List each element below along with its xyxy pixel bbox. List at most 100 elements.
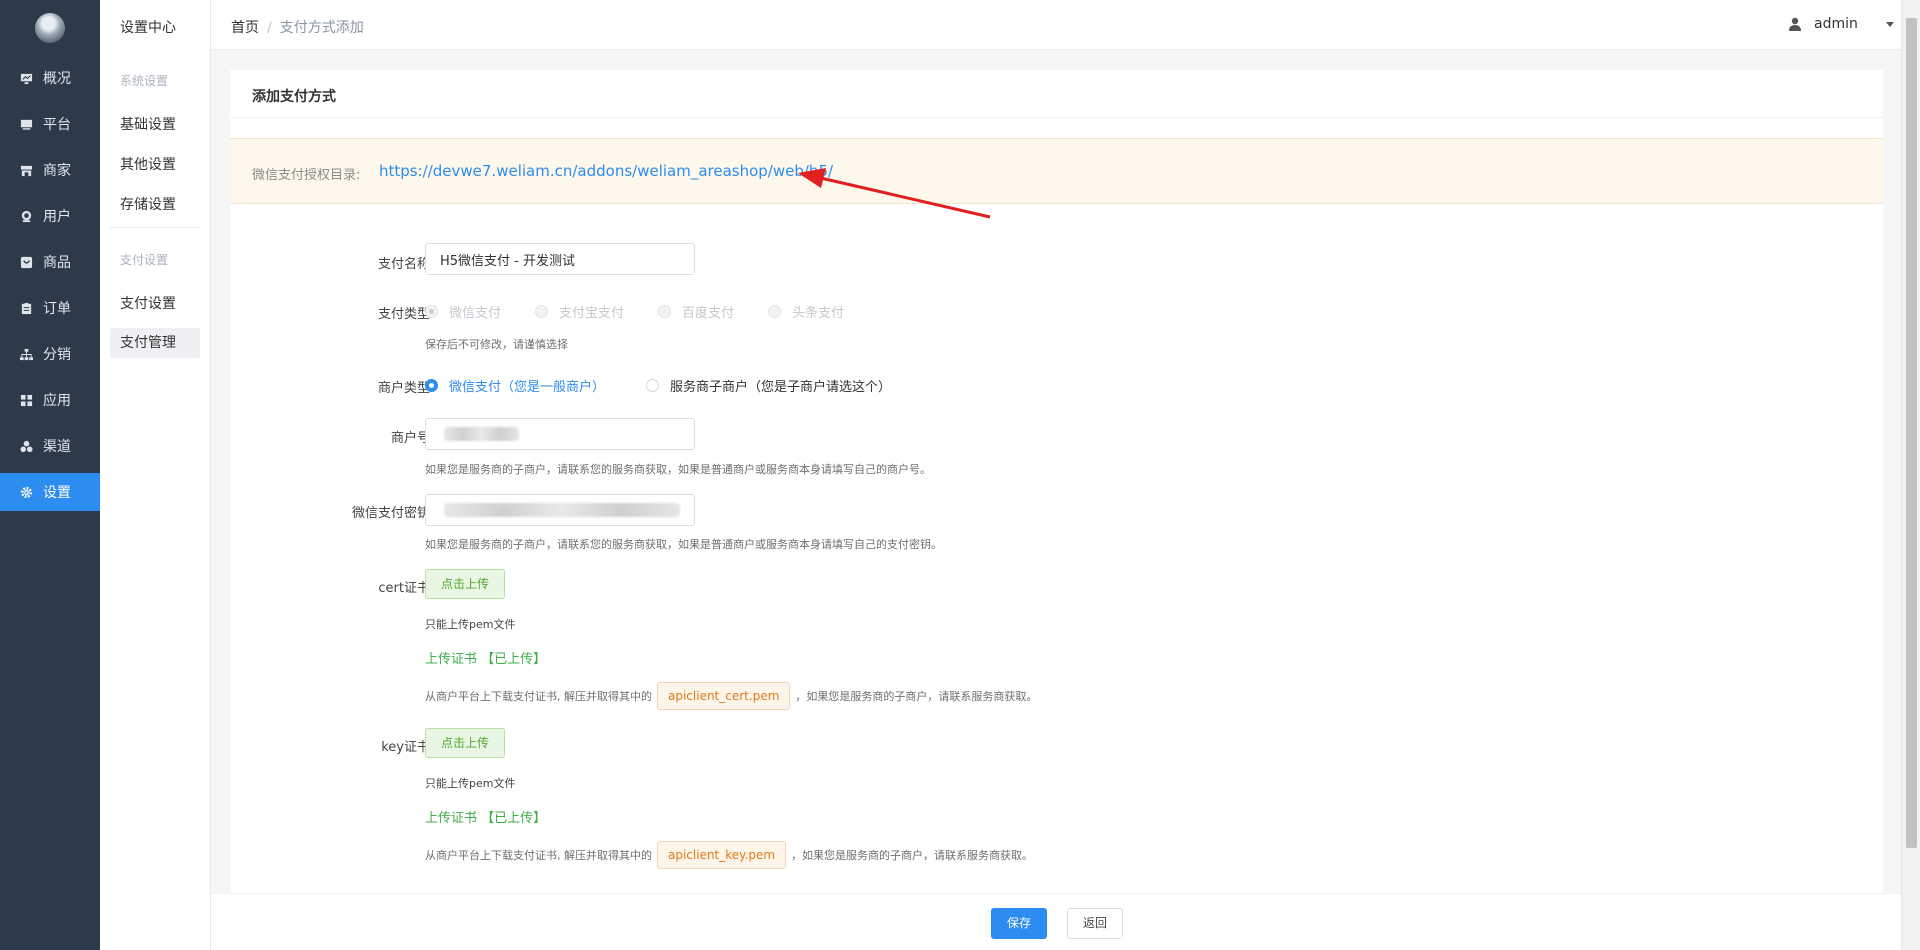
cert-filename-tag: apiclient_cert.pem xyxy=(657,682,791,710)
save-button[interactable]: 保存 xyxy=(991,908,1047,939)
radio-icon xyxy=(768,305,781,318)
pay-name-label: 支付名称 xyxy=(377,257,430,272)
sidebar-item-label: 商品 xyxy=(43,255,71,271)
chevron-down-icon xyxy=(1885,21,1894,27)
merchant-no-hint: 如果您是服务商的子商户，请联系您的服务商获取，如果是普通商户或服务商本身请填写自… xyxy=(425,463,931,476)
merchant-no-input[interactable] xyxy=(425,418,695,450)
subnav-item-storage[interactable]: 存储设置 xyxy=(110,190,200,220)
desc-text: 从商户平台上下载支付证书, 解压并取得其中的 xyxy=(425,849,652,862)
radio-label: 微信支付（您是一般商户） xyxy=(449,380,606,395)
page-title: 添加支付方式 xyxy=(252,89,336,105)
top-header: 首页 / 支付方式添加 admin xyxy=(211,0,1901,50)
notice-label: 微信支付授权目录: xyxy=(252,168,361,183)
scrollbar-thumb[interactable] xyxy=(1906,18,1917,848)
sidebar-item-label: 设置 xyxy=(43,485,71,501)
sidebar-item-order[interactable]: 订单 xyxy=(0,289,100,327)
sidebar-item-overview[interactable]: 概况 xyxy=(0,59,100,97)
key-label: key证书 xyxy=(381,740,430,755)
sidebar-item-goods[interactable]: 商品 xyxy=(0,243,100,281)
radio-icon xyxy=(425,305,438,318)
subnav-item-basic[interactable]: 基础设置 xyxy=(110,110,200,140)
store-icon xyxy=(20,165,33,176)
radio-label: 头条支付 xyxy=(792,306,845,321)
pay-type-radio-toutiao[interactable]: 头条支付 xyxy=(768,302,844,321)
desktop-icon xyxy=(20,119,33,130)
cert-upload-button[interactable]: 点击上传 xyxy=(425,569,505,599)
sidebar-item-label: 渠道 xyxy=(43,439,71,455)
main-sidebar: 概况 平台 商家 用户 商品 订单 分销 应用 渠道 设置 xyxy=(0,0,100,950)
sidebar-item-label: 商家 xyxy=(43,163,71,179)
sidebar-item-apps[interactable]: 应用 xyxy=(0,381,100,419)
sidebar-item-distribution[interactable]: 分销 xyxy=(0,335,100,373)
sidebar-item-label: 用户 xyxy=(43,209,71,225)
avatar[interactable] xyxy=(35,13,65,43)
divider xyxy=(230,117,1883,118)
cert-upload-status: 上传证书 【已上传】 xyxy=(425,652,547,667)
redacted-value xyxy=(444,427,519,441)
radio-label: 微信支付 xyxy=(449,306,502,321)
subnav-divider xyxy=(110,227,200,228)
back-button[interactable]: 返回 xyxy=(1067,908,1123,939)
pay-type-radio-baidu[interactable]: 百度支付 xyxy=(658,302,734,321)
radio-icon xyxy=(535,305,548,318)
secret-label: 微信支付密钥 xyxy=(351,506,430,521)
clipboard-icon xyxy=(21,302,32,314)
key-upload-status: 上传证书 【已上传】 xyxy=(425,811,547,826)
settings-subnav: 设置中心 系统设置 基础设置 其他设置 存储设置 支付设置 支付设置 支付管理 xyxy=(100,0,211,950)
pay-type-label: 支付类型 xyxy=(377,307,430,322)
radio-label: 支付宝支付 xyxy=(559,306,625,321)
radio-icon xyxy=(658,305,671,318)
radio-label: 服务商子商户（您是子商户请选这个） xyxy=(670,380,892,395)
desc-text: 从商户平台上下载支付证书, 解压并取得其中的 xyxy=(425,690,652,703)
sidebar-item-settings[interactable]: 设置 xyxy=(0,473,100,511)
key-description: 从商户平台上下载支付证书, 解压并取得其中的 apiclient_key.pem ，… xyxy=(425,841,1033,869)
pay-type-radio-alipay[interactable]: 支付宝支付 xyxy=(535,302,624,321)
merchant-type-radio-sub[interactable]: 服务商子商户（您是子商户请选这个） xyxy=(646,376,891,395)
radio-icon xyxy=(646,379,659,392)
breadcrumb-separator: / xyxy=(267,20,272,36)
sidebar-item-channel[interactable]: 渠道 xyxy=(0,427,100,465)
subnav-item-other[interactable]: 其他设置 xyxy=(110,150,200,180)
sitemap-icon xyxy=(20,348,33,360)
merchant-type-label: 商户类型 xyxy=(377,381,430,396)
page-scrollbar[interactable] xyxy=(1901,0,1920,950)
grid-icon xyxy=(20,394,33,406)
pay-type-radio-wechat[interactable]: 微信支付 xyxy=(425,302,501,321)
sidebar-item-platform[interactable]: 平台 xyxy=(0,105,100,143)
monitor-icon xyxy=(20,73,33,84)
auth-dir-link[interactable]: https://devwe7.weliam.cn/addons/weliam_a… xyxy=(379,162,833,180)
subnav-group-label: 系统设置 xyxy=(120,74,169,88)
sidebar-item-label: 应用 xyxy=(43,393,71,409)
subnav-group-label: 支付设置 xyxy=(120,253,169,267)
key-filename-tag: apiclient_key.pem xyxy=(657,841,787,869)
desc-text: ，如果您是服务商的子商户，请联系服务商获取。 xyxy=(791,849,1034,862)
cubes-icon xyxy=(20,440,33,452)
breadcrumb: 首页 / 支付方式添加 xyxy=(231,17,364,37)
key-upload-button[interactable]: 点击上传 xyxy=(425,728,505,758)
subnav-title: 设置中心 xyxy=(120,20,176,36)
sidebar-item-label: 分销 xyxy=(43,347,71,363)
subnav-item-pay-manage[interactable]: 支付管理 xyxy=(110,328,200,358)
redacted-value xyxy=(444,503,680,517)
username: admin xyxy=(1814,16,1858,32)
subnav-item-pay-settings[interactable]: 支付设置 xyxy=(110,289,200,319)
radio-label: 百度支付 xyxy=(682,306,735,321)
user-icon xyxy=(21,210,32,222)
key-only-pem: 只能上传pem文件 xyxy=(425,777,516,790)
merchant-type-radio-normal[interactable]: 微信支付（您是一般商户） xyxy=(425,376,605,395)
add-payment-card: 添加支付方式 微信支付授权目录: https://devwe7.weliam.c… xyxy=(230,70,1883,900)
user-menu[interactable]: admin xyxy=(1788,16,1894,32)
user-icon xyxy=(1789,17,1801,31)
pay-name-input[interactable] xyxy=(425,243,695,275)
auth-dir-notice: 微信支付授权目录: https://devwe7.weliam.cn/addon… xyxy=(230,138,1883,204)
pay-type-hint: 保存后不可修改，请谨慎选择 xyxy=(425,338,568,351)
secret-hint: 如果您是服务商的子商户，请联系您的服务商获取，如果是普通商户或服务商本身请填写自… xyxy=(425,538,942,551)
radio-checked-icon xyxy=(425,379,438,392)
breadcrumb-home[interactable]: 首页 xyxy=(231,20,259,36)
secret-input[interactable] xyxy=(425,494,695,526)
cert-only-pem: 只能上传pem文件 xyxy=(425,618,516,631)
sidebar-item-merchant[interactable]: 商家 xyxy=(0,151,100,189)
cert-label: cert证书 xyxy=(378,581,430,596)
goods-icon xyxy=(20,256,33,268)
sidebar-item-user[interactable]: 用户 xyxy=(0,197,100,235)
